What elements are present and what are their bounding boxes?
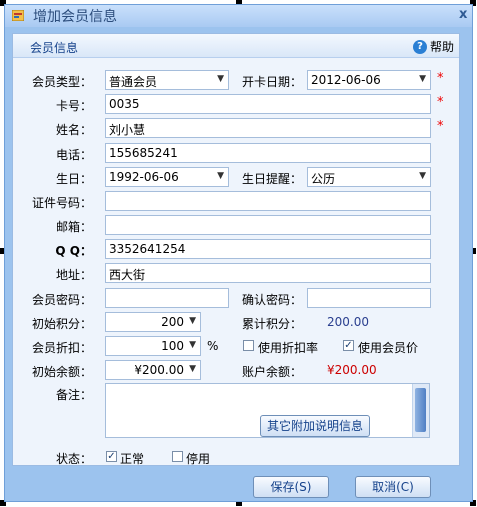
birthday-reminder-select[interactable]: 公历 ▼ (307, 167, 431, 187)
name-value: 刘小慧 (109, 123, 146, 137)
total-points-label: 累计积分： (241, 317, 302, 331)
id-no-input[interactable] (105, 191, 431, 211)
open-date-label: 开卡日期： (241, 75, 302, 89)
help-link[interactable]: ? 帮助 (413, 38, 454, 55)
id-no-label: 证件号码： (31, 196, 92, 210)
close-icon[interactable]: x (459, 7, 467, 22)
confirm-password-label: 确认密码： (241, 293, 302, 307)
account-balance-label: 账户余额： (241, 365, 302, 379)
birthday-label: 生日： (55, 172, 92, 186)
email-input[interactable] (105, 215, 431, 235)
initial-balance-value: ¥200.00 (134, 363, 184, 377)
chevron-down-icon[interactable]: ▼ (419, 171, 426, 181)
email-label: 邮箱： (55, 220, 92, 234)
open-date-picker[interactable]: 2012-06-06 ▼ (307, 70, 431, 90)
password-label: 会员密码： (31, 293, 92, 307)
initial-points-value: 200 (161, 315, 184, 329)
chevron-down-icon[interactable]: ▼ (189, 364, 196, 374)
phone-input[interactable]: 155685241 (105, 143, 431, 163)
phone-label: 电话： (55, 148, 92, 162)
status-disabled-checkbox[interactable] (172, 451, 183, 462)
account-balance-value: ¥200.00 (327, 363, 377, 377)
title-bar[interactable]: 增加会员信息 x (5, 5, 472, 27)
other-info-button[interactable]: 其它附加说明信息 (260, 415, 370, 437)
required-mark: * (437, 95, 444, 110)
chevron-down-icon[interactable]: ▼ (189, 316, 196, 326)
save-button[interactable]: 保存(S) (253, 476, 329, 498)
initial-balance-stepper[interactable]: ¥200.00 ▼ (105, 360, 201, 380)
qq-value: 3352641254 (109, 242, 186, 256)
status-normal-checkbox[interactable]: ✓ (106, 451, 117, 462)
address-label: 地址： (55, 268, 92, 282)
status-label: 状态： (55, 452, 92, 466)
confirm-password-input[interactable] (307, 288, 431, 308)
birthday-value: 1992-06-06 (109, 170, 179, 184)
required-mark: * (437, 71, 444, 86)
scrollbar-thumb[interactable] (415, 388, 426, 432)
member-type-select[interactable]: 普通会员 ▼ (105, 70, 229, 90)
member-type-label: 会员类型： (31, 75, 92, 89)
initial-points-stepper[interactable]: 200 ▼ (105, 312, 201, 332)
birthday-reminder-value: 公历 (311, 172, 336, 186)
chevron-down-icon[interactable]: ▼ (189, 340, 196, 350)
initial-balance-label: 初始余额： (31, 365, 92, 379)
discount-unit: % (207, 339, 219, 353)
qq-input[interactable]: 3352641254 (105, 239, 431, 259)
birthday-reminder-label: 生日提醒： (241, 172, 302, 186)
use-member-price-label: 使用会员价 (358, 341, 419, 355)
password-input[interactable] (105, 288, 229, 308)
card-no-value: 0035 (109, 97, 140, 111)
status-normal-label: 正常 (120, 452, 145, 466)
discount-value: 100 (161, 339, 184, 353)
window-title: 增加会员信息 (33, 9, 117, 25)
cancel-button[interactable]: 取消(C) (355, 476, 431, 498)
open-date-value: 2012-06-06 (311, 73, 381, 87)
member-type-value: 普通会员 (109, 75, 158, 89)
discount-stepper[interactable]: 100 ▼ (105, 336, 201, 356)
initial-points-label: 初始积分： (31, 317, 92, 331)
help-icon: ? (413, 39, 427, 54)
name-label: 姓名： (55, 123, 92, 137)
card-no-input[interactable]: 0035 (105, 94, 431, 114)
total-points-value: 200.00 (327, 315, 369, 329)
phone-value: 155685241 (109, 146, 178, 160)
qq-label: Q Q： (55, 244, 92, 258)
use-member-price-checkbox[interactable]: ✓ (343, 340, 354, 351)
required-mark: * (437, 119, 444, 134)
address-value: 西大街 (109, 268, 146, 282)
birthday-picker[interactable]: 1992-06-06 ▼ (105, 167, 229, 187)
use-discount-rate-label: 使用折扣率 (258, 341, 319, 355)
status-disabled-label: 停用 (186, 452, 211, 466)
name-input[interactable]: 刘小慧 (105, 118, 431, 138)
help-label: 帮助 (430, 40, 455, 54)
card-no-label: 卡号： (55, 99, 92, 113)
use-discount-rate-checkbox[interactable] (243, 340, 254, 351)
panel-header: 会员信息 ? 帮助 (13, 34, 459, 58)
app-icon (12, 10, 24, 21)
discount-label: 会员折扣： (31, 341, 92, 355)
remark-label: 备注： (55, 388, 92, 402)
chevron-down-icon[interactable]: ▼ (419, 74, 426, 84)
address-input[interactable]: 西大街 (105, 263, 431, 283)
remark-scrollbar[interactable] (412, 384, 429, 437)
panel-title: 会员信息 (30, 41, 79, 55)
